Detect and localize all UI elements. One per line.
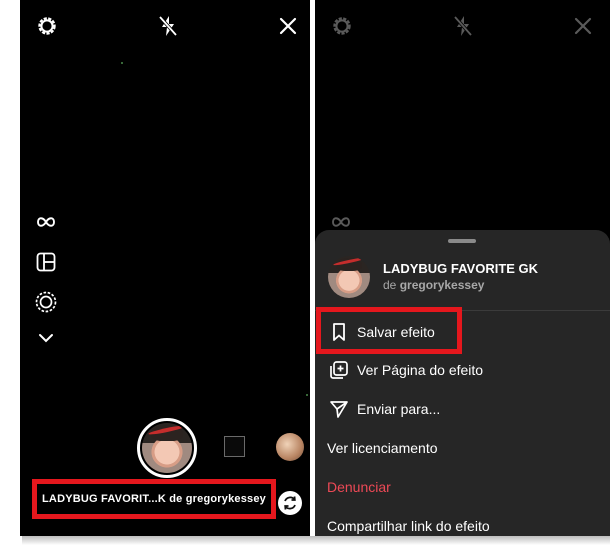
camera-screen-right: LADYBUG FAVORITE GK de gregorykessey Sal…	[315, 0, 610, 536]
bottom-shadow	[22, 536, 610, 545]
view-effect-page-label: Ver Página do efeito	[357, 362, 484, 378]
next-effect-thumbnail[interactable]	[276, 433, 304, 461]
flash-off-icon	[451, 14, 475, 38]
chevron-down-icon[interactable]	[38, 332, 54, 344]
author-name: gregorykessey	[399, 278, 485, 292]
gear-icon[interactable]	[35, 14, 59, 38]
multi-capture-icon[interactable]	[35, 291, 57, 313]
view-licensing-item[interactable]: Ver licenciamento	[315, 430, 610, 466]
effect-caption-text: LADYBUG FAVORIT...K de gregorykessey	[42, 493, 266, 505]
boomerang-icon[interactable]	[35, 213, 57, 231]
author-prefix: de	[383, 278, 397, 292]
report-item[interactable]: Denunciar	[315, 469, 610, 505]
gear-icon	[330, 14, 354, 38]
view-effect-page-item[interactable]: Ver Página do efeito	[315, 352, 610, 388]
send-to-label: Enviar para...	[357, 401, 441, 417]
effect-author[interactable]: de gregorykessey	[383, 278, 484, 292]
flip-camera-button[interactable]	[278, 491, 302, 515]
effect-page-icon	[328, 359, 350, 381]
share-effect-link-label: Compartilhar link do efeito	[327, 518, 490, 534]
view-licensing-label: Ver licenciamento	[327, 440, 438, 456]
camera-screen-left: LADYBUG FAVORIT...K de gregorykessey	[20, 0, 310, 536]
share-effect-link-item[interactable]: Compartilhar link do efeito	[315, 508, 610, 536]
close-icon	[573, 16, 593, 36]
effect-thumbnail	[142, 423, 192, 473]
effect-options-sheet: LADYBUG FAVORITE GK de gregorykessey Sal…	[315, 230, 610, 536]
save-effect-highlight	[316, 307, 462, 354]
flash-off-icon[interactable]	[156, 14, 180, 38]
capture-button[interactable]	[137, 418, 197, 478]
send-icon	[328, 398, 350, 420]
send-to-item[interactable]: Enviar para...	[315, 391, 610, 427]
flip-camera-icon	[284, 496, 296, 510]
effect-title: LADYBUG FAVORITE GK	[383, 261, 539, 276]
layout-icon[interactable]	[36, 252, 56, 272]
close-icon[interactable]	[278, 16, 298, 36]
boomerang-icon	[330, 213, 352, 231]
sheet-handle[interactable]	[448, 239, 476, 243]
report-label: Denunciar	[327, 479, 391, 495]
effect-avatar	[328, 256, 370, 298]
effect-name-caption[interactable]: LADYBUG FAVORIT...K de gregorykessey	[32, 479, 276, 519]
gallery-thumbnail[interactable]	[224, 436, 245, 457]
